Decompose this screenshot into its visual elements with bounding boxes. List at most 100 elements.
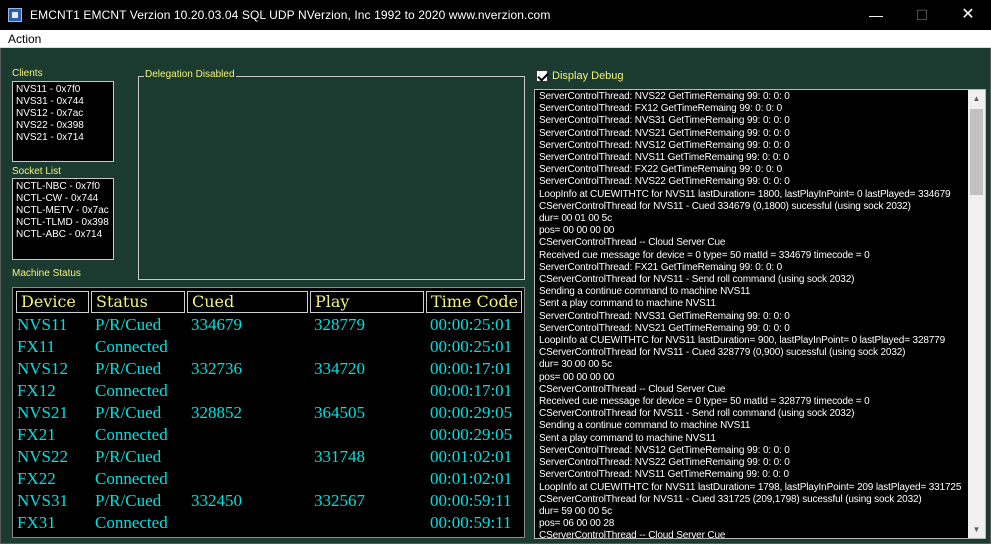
debug-line: ServerControlThread: NVS12 GetTimeRemain… <box>539 139 790 151</box>
debug-line: LoopInfo at CUEWITHTC for NVS11 lastDura… <box>539 481 962 493</box>
display-debug-label[interactable]: Display Debug <box>552 70 624 82</box>
debug-lines: ServerControlThread: NVS22 GetTimeRemain… <box>539 91 969 539</box>
device-cell: FX12 <box>17 381 56 400</box>
status-cell: P/R/Cued <box>95 359 162 378</box>
list-item[interactable]: NVS11 - 0x7f0 <box>16 84 110 96</box>
debug-line: CServerControlThread -- Cloud Server Cue <box>539 237 726 249</box>
header-time-code[interactable]: Time Code <box>426 291 522 313</box>
debug-line: ServerControlThread: FX21 GetTimeRemaing… <box>539 261 783 273</box>
status-cell: Connected <box>95 469 168 488</box>
socket-list[interactable]: NCTL-NBC - 0x7f0 NCTL-CW - 0x744 NCTL-ME… <box>12 178 114 260</box>
debug-line: dur= 30 00 00 5c <box>539 359 612 371</box>
machine-status-grid[interactable]: Device Status Cued Play Time Code NVS11 … <box>12 287 525 538</box>
debug-line: CServerControlThread -- Cloud Server Cue <box>539 530 726 539</box>
debug-line: ServerControlThread: FX22 GetTimeRemaing… <box>539 164 783 176</box>
debug-line: ServerControlThread: NVS31 GetTimeRemain… <box>539 310 790 322</box>
debug-line: CServerControlThread -- Cloud Server Cue <box>539 383 726 395</box>
debug-line: ServerControlThread: NVS21 GetTimeRemain… <box>539 127 790 139</box>
debug-line: CServerControlThread for NVS11 - Send ro… <box>539 408 855 420</box>
list-item[interactable]: NCTL-METV - 0x7ac <box>16 205 110 217</box>
table-row[interactable]: NVS21 P/R/Cued 328852 364505 00:00:29:05 <box>13 402 524 424</box>
debug-line: dur= 00 01 00 5c <box>539 213 612 225</box>
time-code-cell: 00:00:25:01 <box>430 337 513 356</box>
table-row[interactable]: FX22 Connected 00:01:02:01 <box>13 468 524 490</box>
device-cell: NVS11 <box>17 315 68 334</box>
list-item[interactable]: NVS31 - 0x744 <box>16 96 110 108</box>
debug-line: ServerControlThread: NVS12 GetTimeRemain… <box>539 444 790 456</box>
header-cued[interactable]: Cued <box>187 291 308 313</box>
play-cell: 332567 <box>314 491 365 510</box>
status-cell: Connected <box>95 381 168 400</box>
table-row[interactable]: NVS22 P/R/Cued 331748 00:01:02:01 <box>13 446 524 468</box>
debug-line: Received cue message for device = 0 type… <box>539 396 870 408</box>
table-row[interactable]: FX31 Connected 00:00:59:11 <box>13 512 524 534</box>
machine-status-label: Machine Status <box>12 268 81 279</box>
clients-list[interactable]: NVS11 - 0x7f0 NVS31 - 0x744 NVS12 - 0x7a… <box>12 81 114 162</box>
list-item[interactable]: NCTL-CW - 0x744 <box>16 193 110 205</box>
display-debug-checkbox[interactable] <box>536 70 548 82</box>
play-cell: 328779 <box>314 315 365 334</box>
debug-log[interactable]: ServerControlThread: NVS22 GetTimeRemain… <box>534 89 986 539</box>
header-status[interactable]: Status <box>91 291 185 313</box>
play-cell: 331748 <box>314 447 365 466</box>
debug-line: ServerControlThread: NVS22 GetTimeRemain… <box>539 91 790 102</box>
debug-line: Received cue message for device = 0 type… <box>539 249 870 261</box>
header-play[interactable]: Play <box>310 291 424 313</box>
play-cell: 334720 <box>314 359 365 378</box>
scroll-down-icon[interactable]: ▼ <box>968 521 985 538</box>
time-code-cell: 00:00:25:01 <box>430 315 513 334</box>
debug-line: Sending a continue command to machine NV… <box>539 420 751 432</box>
device-cell: FX31 <box>17 513 56 532</box>
scroll-thumb[interactable] <box>970 109 983 195</box>
maximize-button[interactable]: ☐ <box>899 0 945 30</box>
scroll-up-icon[interactable]: ▲ <box>968 90 985 107</box>
table-row[interactable]: FX21 Connected 00:00:29:05 <box>13 424 524 446</box>
status-cell: Connected <box>95 513 168 532</box>
debug-scrollbar[interactable]: ▲ ▼ <box>968 90 985 538</box>
list-item[interactable]: NCTL-ABC - 0x714 <box>16 229 110 241</box>
list-item[interactable]: NCTL-TLMD - 0x398 <box>16 217 110 229</box>
list-item[interactable]: NVS12 - 0x7ac <box>16 108 110 120</box>
status-cell: P/R/Cued <box>95 491 162 510</box>
table-row[interactable]: NVS11 P/R/Cued 334679 328779 00:00:25:01 <box>13 314 524 336</box>
status-cell: P/R/Cued <box>95 315 162 334</box>
list-item[interactable]: NVS21 - 0x714 <box>16 132 110 144</box>
list-item[interactable]: NVS22 - 0x398 <box>16 120 110 132</box>
minimize-button[interactable]: — <box>853 0 899 30</box>
cued-cell: 328852 <box>191 403 242 422</box>
time-code-cell: 00:01:02:01 <box>430 469 513 488</box>
debug-line: CServerControlThread for NVS11 - Cued 33… <box>539 200 911 212</box>
debug-line: pos= 00 00 00 00 <box>539 225 615 237</box>
device-cell: FX22 <box>17 469 56 488</box>
debug-line: CServerControlThread for NVS11 - Cued 33… <box>539 493 922 505</box>
window-title: EMCNT1 EMCNT Verzion 10.20.03.04 SQL UDP… <box>30 8 551 22</box>
delegation-label: Delegation Disabled <box>144 69 236 80</box>
debug-line: ServerControlThread: NVS21 GetTimeRemain… <box>539 322 790 334</box>
table-row[interactable]: FX11 Connected 00:00:25:01 <box>13 336 524 358</box>
time-code-cell: 00:00:59:11 <box>430 491 512 510</box>
status-cell: Connected <box>95 425 168 444</box>
device-cell: NVS12 <box>17 359 69 378</box>
time-code-cell: 00:00:29:05 <box>430 403 513 422</box>
table-row[interactable]: NVS12 P/R/Cued 332736 334720 00:00:17:01 <box>13 358 524 380</box>
list-item[interactable]: NCTL-NBC - 0x7f0 <box>16 181 110 193</box>
device-cell: NVS22 <box>17 447 69 466</box>
table-row[interactable]: FX12 Connected 00:00:17:01 <box>13 380 524 402</box>
close-button[interactable]: ✕ <box>945 0 991 30</box>
status-cell: Connected <box>95 337 168 356</box>
debug-line: dur= 59 00 00 5c <box>539 505 612 517</box>
debug-line: Sent a play command to machine NVS11 <box>539 432 716 444</box>
menu-action[interactable]: Action <box>8 32 41 46</box>
debug-line: ServerControlThread: NVS11 GetTimeRemain… <box>539 469 789 481</box>
debug-line: pos= 06 00 00 28 <box>539 518 615 530</box>
debug-line: ServerControlThread: NVS22 GetTimeRemain… <box>539 176 790 188</box>
header-device[interactable]: Device <box>16 291 89 313</box>
table-row[interactable]: NVS31 P/R/Cued 332450 332567 00:00:59:11 <box>13 490 524 512</box>
time-code-cell: 00:01:02:01 <box>430 447 513 466</box>
play-cell: 364505 <box>314 403 365 422</box>
debug-line: pos= 00 00 00 00 <box>539 371 615 383</box>
device-cell: FX21 <box>17 425 56 444</box>
status-cell: P/R/Cued <box>95 447 162 466</box>
socket-list-label: Socket List <box>12 166 61 177</box>
time-code-cell: 00:00:59:11 <box>430 513 512 532</box>
